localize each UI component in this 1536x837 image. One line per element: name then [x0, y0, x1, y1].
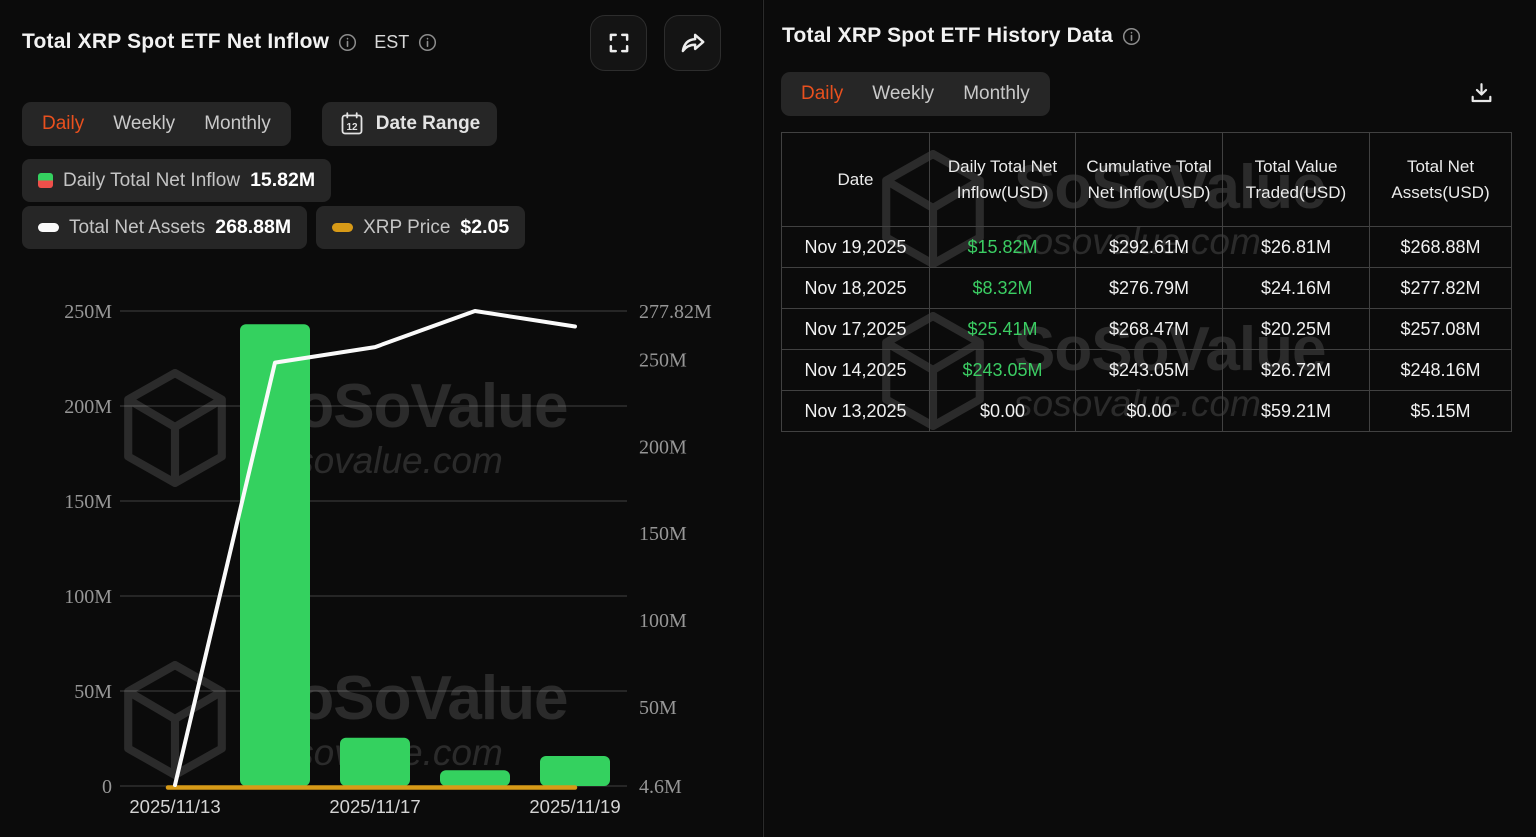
fullscreen-icon [606, 30, 632, 56]
cumulative-inflow-cell: $292.61M [1076, 227, 1223, 268]
legend-value: 268.88M [215, 216, 291, 239]
net-assets-cell: $268.88M [1370, 227, 1512, 268]
column-header: Date [782, 133, 930, 227]
date-cell: Nov 19,2025 [782, 227, 930, 268]
dash-orange-icon [332, 223, 353, 232]
table-header-row: DateDaily Total Net Inflow(USD)Cumulativ… [782, 133, 1512, 227]
tab-daily[interactable]: Daily [801, 83, 843, 105]
calendar-icon: 12 [339, 111, 365, 137]
column-header: Total Net Assets(USD) [1370, 133, 1512, 227]
inflow-bar [240, 324, 310, 786]
x-axis-tick: 2025/11/19 [529, 796, 620, 817]
tab-weekly[interactable]: Weekly [872, 83, 934, 105]
tab-monthly[interactable]: Monthly [204, 113, 271, 135]
inflow-bar [540, 756, 610, 786]
daily-inflow-cell: $0.00 [930, 391, 1076, 432]
daily-inflow-cell: $25.41M [930, 309, 1076, 350]
calendar-day: 12 [346, 122, 358, 133]
left-axis-tick: 250M [64, 301, 112, 323]
value-traded-cell: $24.16M [1223, 268, 1370, 309]
history-table: DateDaily Total Net Inflow(USD)Cumulativ… [781, 132, 1512, 432]
table-title: Total XRP Spot ETF History Data [782, 24, 1113, 48]
net-assets-line [175, 311, 575, 785]
column-header: Cumulative Total Net Inflow(USD) [1076, 133, 1223, 227]
net-assets-cell: $5.15M [1370, 391, 1512, 432]
net-assets-cell: $277.82M [1370, 268, 1512, 309]
cumulative-inflow-cell: $276.79M [1076, 268, 1223, 309]
history-interval-tabs: Daily Weekly Monthly [781, 72, 1050, 116]
history-data-panel: SoSoValue sosovalue.com SoSoValue sosova… [763, 0, 1536, 837]
date-cell: Nov 13,2025 [782, 391, 930, 432]
download-button[interactable] [1466, 78, 1496, 108]
legend-label: Daily Total Net Inflow [63, 170, 240, 192]
bar-series-icon [38, 173, 53, 188]
right-axis-tick: 200M [639, 436, 687, 458]
date-range-label: Date Range [376, 113, 481, 135]
table-row: Nov 17,2025$25.41M$268.47M$20.25M$257.08… [782, 309, 1512, 350]
legend-label: Total Net Assets [69, 217, 205, 239]
x-axis-tick: 2025/11/13 [129, 796, 220, 817]
date-cell: Nov 14,2025 [782, 350, 930, 391]
legend-value: $2.05 [460, 216, 509, 239]
left-axis-tick: 0 [102, 776, 112, 798]
daily-inflow-cell: $8.32M [930, 268, 1076, 309]
table-row: Nov 18,2025$8.32M$276.79M$24.16M$277.82M [782, 268, 1512, 309]
column-header: Daily Total Net Inflow(USD) [930, 133, 1076, 227]
legend-row-2: Total Net Assets 268.88M XRP Price $2.05 [22, 206, 525, 249]
interval-tabs: Daily Weekly Monthly [22, 102, 291, 146]
fullscreen-button[interactable] [590, 15, 647, 71]
tab-monthly[interactable]: Monthly [963, 83, 1030, 105]
share-button[interactable] [664, 15, 721, 71]
inflow-chart[interactable]: 250M 200M 150M 100M 50M 0 277.82M 250M 200M 150M 1… [0, 270, 762, 837]
legend-label: XRP Price [363, 217, 450, 239]
value-traded-cell: $59.21M [1223, 391, 1370, 432]
inflow-bar [340, 738, 410, 786]
daily-inflow-cell: $15.82M [930, 227, 1076, 268]
tab-daily[interactable]: Daily [42, 113, 84, 135]
right-axis-tick: 100M [639, 610, 687, 632]
legend-row-1: Daily Total Net Inflow 15.82M [22, 159, 331, 202]
info-icon[interactable] [1122, 27, 1141, 46]
date-cell: Nov 17,2025 [782, 309, 930, 350]
date-cell: Nov 18,2025 [782, 268, 930, 309]
legend-item-total-net-assets[interactable]: Total Net Assets 268.88M [22, 206, 307, 249]
timezone-label: EST [374, 32, 409, 53]
left-axis-tick: 150M [64, 491, 112, 513]
download-icon [1468, 80, 1495, 107]
value-traded-cell: $20.25M [1223, 309, 1370, 350]
net-assets-cell: $257.08M [1370, 309, 1512, 350]
left-axis-tick: 200M [64, 396, 112, 418]
cumulative-inflow-cell: $243.05M [1076, 350, 1223, 391]
net-assets-cell: $248.16M [1370, 350, 1512, 391]
share-icon [679, 29, 707, 57]
chart-panel: SoSoValue sosovalue.com SoSoValue sosova… [0, 0, 762, 837]
legend-item-daily-total-net-inflow[interactable]: Daily Total Net Inflow 15.82M [22, 159, 331, 202]
value-traded-cell: $26.81M [1223, 227, 1370, 268]
tab-weekly[interactable]: Weekly [113, 113, 175, 135]
date-range-button[interactable]: 12 Date Range [322, 102, 498, 146]
daily-inflow-cell: $243.05M [930, 350, 1076, 391]
right-axis-tick: 277.82M [639, 301, 712, 323]
cumulative-inflow-cell: $268.47M [1076, 309, 1223, 350]
right-axis-tick: 50M [639, 697, 677, 719]
right-axis-tick: 150M [639, 523, 687, 545]
table-row: Nov 13,2025$0.00$0.00$59.21M$5.15M [782, 391, 1512, 432]
legend-item-xrp-price[interactable]: XRP Price $2.05 [316, 206, 525, 249]
table-row: Nov 14,2025$243.05M$243.05M$26.72M$248.1… [782, 350, 1512, 391]
page-title: Total XRP Spot ETF Net Inflow [22, 30, 329, 54]
info-icon[interactable] [338, 33, 357, 52]
column-header: Total Value Traded(USD) [1223, 133, 1370, 227]
table-row: Nov 19,2025$15.82M$292.61M$26.81M$268.88… [782, 227, 1512, 268]
dash-white-icon [38, 223, 59, 232]
left-axis-tick: 50M [74, 681, 112, 703]
right-axis-tick: 250M [639, 349, 687, 371]
right-axis-tick: 4.6M [639, 776, 682, 798]
x-axis-tick: 2025/11/17 [329, 796, 420, 817]
info-icon[interactable] [418, 33, 437, 52]
cumulative-inflow-cell: $0.00 [1076, 391, 1223, 432]
inflow-bar [440, 770, 510, 786]
legend-value: 15.82M [250, 169, 315, 192]
left-axis-tick: 100M [64, 586, 112, 608]
value-traded-cell: $26.72M [1223, 350, 1370, 391]
